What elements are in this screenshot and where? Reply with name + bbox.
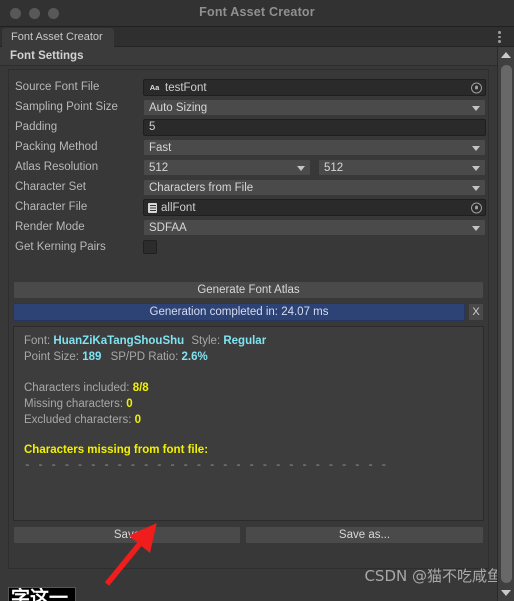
- report-sppd-value: 2.6%: [181, 351, 208, 363]
- label-atlas-resolution: Atlas Resolution: [15, 161, 99, 173]
- report-pointsize-line: Point Size: 189 SP/PD Ratio: 2.6%: [24, 351, 208, 363]
- label-character-file: Character File: [15, 201, 88, 213]
- row-source-font-file: Source Font File Aa testFont: [9, 79, 488, 97]
- dropdown-sampling-point-size[interactable]: Auto Sizing: [143, 99, 486, 116]
- report-font-line: Font: HuanZiKaTangShouShu Style: Regular: [24, 335, 266, 347]
- text-asset-icon: [148, 202, 157, 213]
- report-excluded-line: Excluded characters: 0: [24, 414, 141, 426]
- report-excluded-key: Excluded characters:: [24, 414, 132, 426]
- chevron-down-icon: [297, 165, 305, 171]
- dropdown-atlas-height[interactable]: 512: [318, 159, 486, 176]
- atlas-glyph-grid: 字这一 测是试 个体: [11, 588, 75, 601]
- font-settings-panel: Font Settings Source Font File Aa testFo…: [0, 47, 497, 601]
- window-titlebar: Font Asset Creator: [0, 0, 514, 27]
- dropdown-render-mode[interactable]: SDFAA: [143, 219, 486, 236]
- report-missing-key: Missing characters:: [24, 398, 124, 410]
- font-file-icon: Aa: [149, 82, 160, 92]
- window-title: Font Asset Creator: [199, 5, 315, 19]
- value-character-file: allFont: [161, 201, 196, 214]
- tab-strip: Font Asset Creator: [0, 27, 514, 47]
- label-packing-method: Packing Method: [15, 141, 98, 153]
- report-style-value: Regular: [223, 335, 267, 347]
- save-button[interactable]: Save: [13, 526, 241, 544]
- report-font-key: Font:: [24, 335, 51, 347]
- report-pointsize-key: Point Size:: [24, 351, 79, 363]
- row-padding: Padding 5: [9, 119, 488, 137]
- kebab-menu-icon[interactable]: [498, 31, 501, 43]
- atlas-row-1: 字这一: [11, 587, 69, 601]
- settings-content: Source Font File Aa testFont Sampling Po…: [8, 69, 489, 569]
- value-atlas-height: 512: [324, 161, 344, 174]
- report-missing-title: Characters missing from font file:: [24, 444, 209, 456]
- report-pointsize-value: 189: [82, 351, 102, 363]
- font-asset-creator-window: Font Asset Creator Font Asset Creator Fo…: [0, 0, 514, 601]
- label-render-mode: Render Mode: [15, 221, 85, 233]
- label-padding: Padding: [15, 121, 58, 133]
- vertical-scrollbar[interactable]: [497, 47, 514, 601]
- report-style-key: Style:: [191, 335, 221, 347]
- font-settings-header: Font Settings: [0, 47, 497, 66]
- label-character-set: Character Set: [15, 181, 86, 193]
- row-atlas-resolution: Atlas Resolution 512 512: [9, 159, 488, 177]
- scrollbar-thumb[interactable]: [501, 65, 512, 583]
- csdn-watermark: CSDN @猫不吃咸鱼: [364, 567, 502, 585]
- field-character-file[interactable]: allFont: [143, 199, 486, 216]
- report-missing-line: Missing characters: 0: [24, 398, 133, 410]
- generation-progress-bar: Generation completed in: 24.07 ms: [13, 303, 465, 321]
- font-report-box: Font: HuanZiKaTangShouShu Style: Regular…: [13, 326, 484, 521]
- value-packing-method: Fast: [149, 141, 172, 154]
- chevron-down-icon: [472, 165, 480, 171]
- value-sampling-point-size: Auto Sizing: [149, 101, 208, 114]
- label-get-kerning-pairs: Get Kerning Pairs: [15, 241, 106, 253]
- chevron-down-icon: [472, 105, 480, 111]
- input-padding[interactable]: 5: [143, 119, 486, 136]
- field-source-font-file[interactable]: Aa testFont: [143, 79, 486, 96]
- report-missing-value: 0: [126, 398, 133, 410]
- chevron-down-icon: [472, 225, 480, 231]
- value-atlas-width: 512: [149, 161, 169, 174]
- value-render-mode: SDFAA: [149, 221, 187, 234]
- font-atlas-preview[interactable]: 字这一 测是试 个体: [8, 587, 76, 601]
- chevron-down-icon: [472, 145, 480, 151]
- report-font-value: HuanZiKaTangShouShu: [53, 335, 185, 347]
- value-character-set: Characters from File: [149, 181, 254, 194]
- tab-font-asset-creator[interactable]: Font Asset Creator: [2, 28, 114, 47]
- checkbox-get-kerning-pairs[interactable]: [143, 240, 157, 254]
- row-get-kerning-pairs: Get Kerning Pairs: [9, 239, 488, 257]
- report-excluded-value: 0: [134, 414, 141, 426]
- row-sampling-point-size: Sampling Point Size Auto Sizing: [9, 99, 488, 117]
- label-source-font-file: Source Font File: [15, 81, 100, 93]
- row-packing-method: Packing Method Fast: [9, 139, 488, 157]
- generate-font-atlas-button[interactable]: Generate Font Atlas: [13, 281, 484, 299]
- scroll-up-arrow-icon[interactable]: [501, 52, 511, 58]
- section-title: Font Settings: [10, 50, 84, 62]
- dropdown-atlas-width[interactable]: 512: [143, 159, 311, 176]
- report-separator: - - - - - - - - - - - - - - - - - - - - …: [24, 460, 388, 472]
- report-included-value: 8/8: [132, 382, 149, 394]
- label-sampling-point-size: Sampling Point Size: [15, 101, 118, 113]
- chevron-down-icon: [472, 185, 480, 191]
- object-picker-icon[interactable]: [471, 82, 482, 93]
- object-picker-icon[interactable]: [471, 202, 482, 213]
- report-included-line: Characters included: 8/8: [24, 382, 149, 394]
- save-as-button[interactable]: Save as...: [245, 526, 484, 544]
- dropdown-character-set[interactable]: Characters from File: [143, 179, 486, 196]
- value-source-font-file: testFont: [165, 81, 207, 94]
- row-render-mode: Render Mode SDFAA: [9, 219, 488, 237]
- report-sppd-key: SP/PD Ratio:: [110, 351, 179, 363]
- report-included-key: Characters included:: [24, 382, 130, 394]
- row-character-set: Character Set Characters from File: [9, 179, 488, 197]
- row-character-file: Character File allFont: [9, 199, 488, 217]
- scroll-down-arrow-icon[interactable]: [501, 590, 511, 596]
- dropdown-packing-method[interactable]: Fast: [143, 139, 486, 156]
- dismiss-progress-button[interactable]: X: [468, 303, 484, 321]
